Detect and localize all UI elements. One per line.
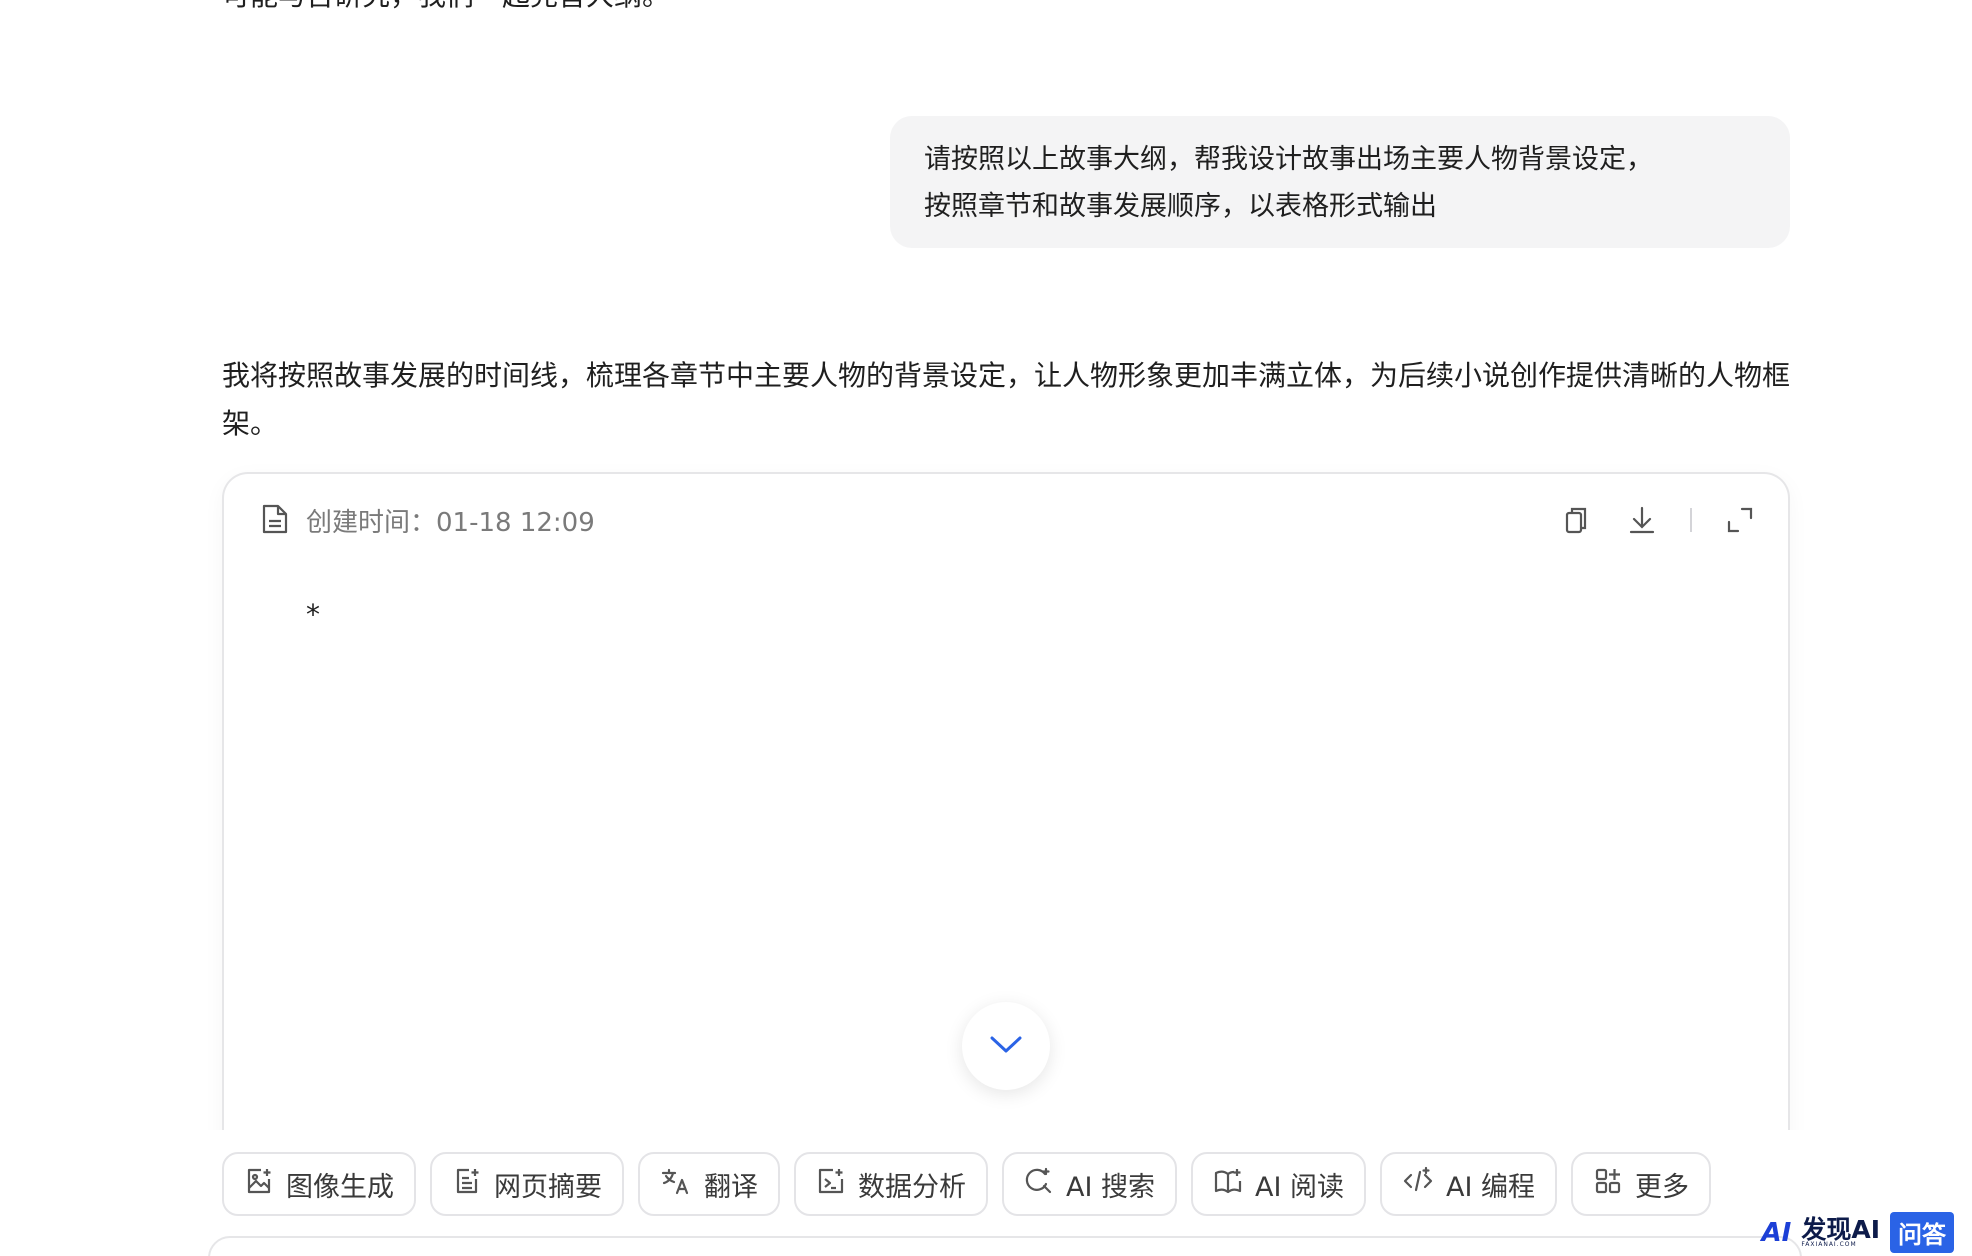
previous-message-partial: 可能与否研究，我们一起完善大纲。 [222, 0, 670, 14]
data-analysis-icon [816, 1166, 846, 1203]
watermark-badge: 问答 [1890, 1212, 1954, 1253]
tool-label: AI 搜索 [1066, 1171, 1156, 1203]
ai-read-icon [1213, 1166, 1243, 1203]
user-message-bubble: 请按照以上故事大纲，帮我设计故事出场主要人物背景设定， 按照章节和故事发展顺序，… [890, 116, 1790, 248]
ai-search-icon [1024, 1166, 1054, 1203]
tool-label: 数据分析 [858, 1171, 966, 1203]
document-actions [1558, 502, 1758, 538]
tool-more-button[interactable]: 更多 [1571, 1152, 1712, 1216]
tool-label: 更多 [1635, 1171, 1690, 1203]
site-watermark: AI 发现AI FAXIANAI.COM 问答 [1762, 1212, 1954, 1253]
watermark-logo: AI [1761, 1217, 1792, 1248]
more-apps-icon [1593, 1166, 1623, 1203]
tool-label: 翻译 [704, 1171, 758, 1203]
document-bullet: * [306, 598, 320, 631]
document-icon [260, 503, 290, 539]
tool-label: 图像生成 [286, 1171, 394, 1203]
web-summary-icon [452, 1166, 482, 1203]
document-created-time: 创建时间：01-18 12:09 [306, 508, 595, 538]
assistant-intro-text: 我将按照故事发展的时间线，梳理各章节中主要人物的背景设定，让人物形象更加丰满立体… [222, 359, 1791, 440]
tool-ai-read-button[interactable]: AI 阅读 [1191, 1152, 1367, 1216]
ai-code-icon [1402, 1166, 1434, 1203]
action-divider [1690, 508, 1692, 532]
tool-image-generate-button[interactable]: 图像生成 [222, 1152, 416, 1216]
watermark-name: 发现AI [1801, 1215, 1880, 1244]
download-icon[interactable] [1624, 502, 1660, 538]
user-message-line-1: 请按照以上故事大纲，帮我设计故事出场主要人物背景设定， [924, 144, 1653, 175]
tool-label: AI 阅读 [1255, 1171, 1345, 1203]
tool-ai-code-button[interactable]: AI 编程 [1380, 1152, 1558, 1216]
chat-page: 可能与否研究，我们一起完善大纲。 请按照以上故事大纲，帮我设计故事出场主要人物背… [0, 0, 1972, 1256]
copy-icon[interactable] [1558, 502, 1594, 538]
user-message-line-2: 按照章节和故事发展顺序，以表格形式输出 [924, 191, 1437, 222]
tool-ai-search-button[interactable]: AI 搜索 [1002, 1152, 1178, 1216]
translate-icon [660, 1166, 692, 1203]
chevron-down-icon [988, 1033, 1024, 1059]
watermark-sub: FAXIANAI.COM [1801, 1241, 1857, 1248]
tool-translate-button[interactable]: 翻译 [638, 1152, 780, 1216]
expand-icon[interactable] [1722, 502, 1758, 538]
tool-web-summary-button[interactable]: 网页摘要 [430, 1152, 624, 1216]
tool-label: AI 编程 [1446, 1171, 1536, 1203]
tool-toolbar: 图像生成 网页摘要 翻译 数据分析 AI 搜索 AI 阅读 AI 编程 更多 [222, 1152, 1712, 1216]
tool-data-analysis-button[interactable]: 数据分析 [794, 1152, 988, 1216]
tool-label: 网页摘要 [494, 1171, 602, 1203]
watermark-text: 发现AI FAXIANAI.COM [1801, 1217, 1880, 1248]
scroll-down-button[interactable] [962, 1002, 1050, 1090]
message-input-box[interactable] [208, 1236, 1802, 1256]
image-generate-icon [244, 1166, 274, 1203]
document-header: 创建时间：01-18 12:09 [260, 502, 595, 539]
